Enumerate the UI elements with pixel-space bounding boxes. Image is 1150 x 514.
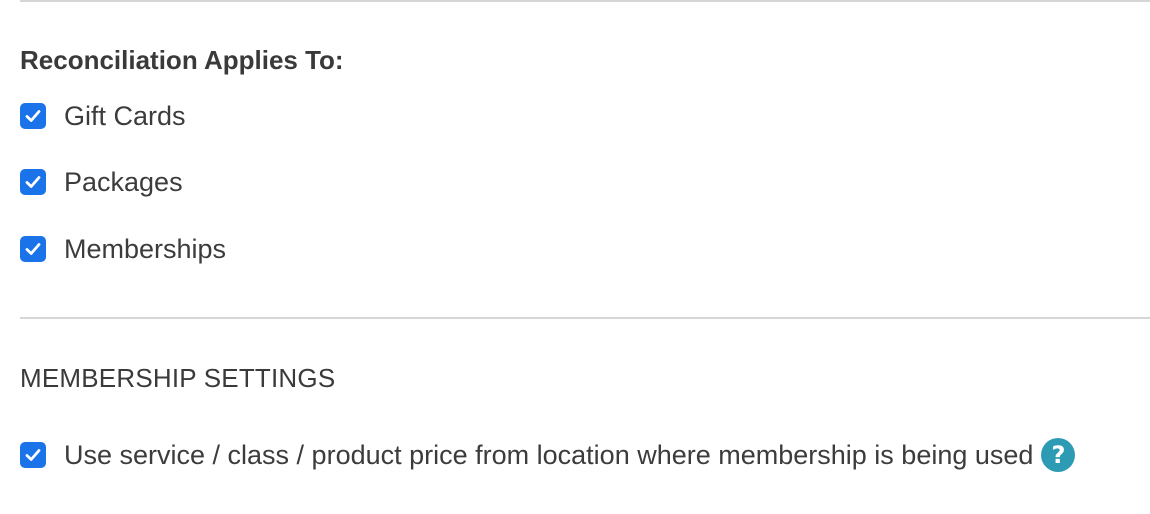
gift-cards-checkbox[interactable] xyxy=(20,103,46,129)
checkmark-icon xyxy=(25,243,41,255)
checkmark-icon xyxy=(25,449,41,461)
reconciliation-heading: Reconciliation Applies To: xyxy=(20,45,344,75)
memberships-option[interactable]: Memberships xyxy=(20,233,226,265)
location-price-label[interactable]: Use service / class / product price from… xyxy=(64,439,1033,471)
packages-label[interactable]: Packages xyxy=(64,166,183,198)
memberships-checkbox[interactable] xyxy=(20,236,46,262)
location-price-option[interactable]: Use service / class / product price from… xyxy=(20,438,1076,472)
help-icon[interactable]: ? xyxy=(1041,438,1076,472)
top-divider xyxy=(20,0,1150,2)
section-divider xyxy=(20,317,1150,319)
memberships-label[interactable]: Memberships xyxy=(64,233,226,265)
gift-cards-label[interactable]: Gift Cards xyxy=(64,100,186,132)
membership-settings-title: MEMBERSHIP SETTINGS xyxy=(20,363,336,393)
checkmark-icon xyxy=(25,110,41,122)
checkmark-icon xyxy=(25,176,41,188)
gift-cards-option[interactable]: Gift Cards xyxy=(20,100,186,132)
packages-checkbox[interactable] xyxy=(20,169,46,195)
packages-option[interactable]: Packages xyxy=(20,166,183,198)
location-price-checkbox[interactable] xyxy=(20,442,46,468)
